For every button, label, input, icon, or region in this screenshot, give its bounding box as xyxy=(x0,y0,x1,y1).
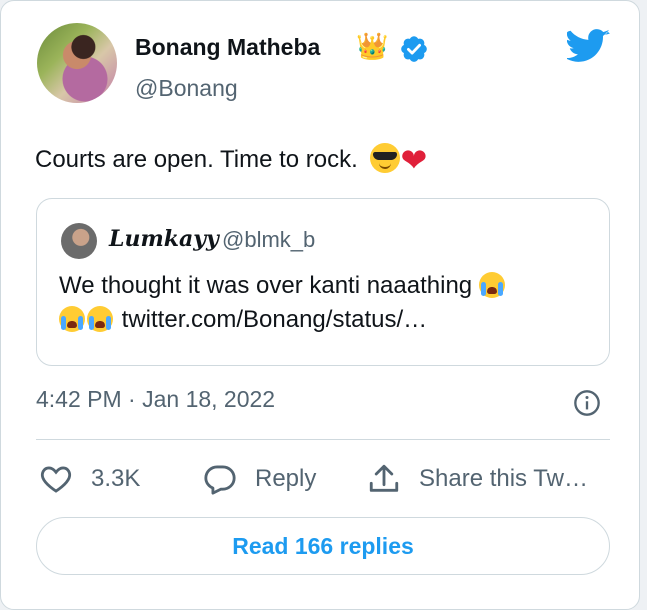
likes-count: 3.3K xyxy=(91,465,141,492)
read-replies-button[interactable]: Read 166 replies xyxy=(36,517,610,575)
crown-emoji: 👑 xyxy=(356,31,389,61)
reply-bubble-icon xyxy=(204,465,236,495)
crying-emoji xyxy=(59,306,85,332)
divider xyxy=(36,439,610,440)
reply-label: Reply xyxy=(255,465,317,492)
tweet-card: Bonang Matheba 👑 @Bonang Courts are open… xyxy=(0,0,640,610)
share-label: Share this Tw… xyxy=(419,465,588,492)
author-handle[interactable]: @Bonang xyxy=(135,75,238,102)
like-button[interactable]: 3.3K xyxy=(39,459,140,499)
quoted-tweet[interactable]: Lumkayy @blmk_b We thought it was over k… xyxy=(36,198,610,366)
crying-emoji xyxy=(478,272,505,298)
author-name[interactable]: Bonang Matheba xyxy=(135,34,320,61)
sunglasses-emoji xyxy=(370,143,401,173)
tweet-text: Courts are open. Time to rock. ❤ xyxy=(35,141,427,179)
twitter-bird-icon[interactable] xyxy=(567,29,611,65)
tweet-timestamp[interactable]: 4:42 PM · Jan 18, 2022 xyxy=(36,386,275,413)
quoted-author-name: Lumkayy xyxy=(109,226,219,252)
author-avatar[interactable] xyxy=(37,23,117,103)
share-icon xyxy=(369,464,399,492)
red-heart-emoji: ❤ xyxy=(400,142,428,178)
info-icon[interactable] xyxy=(573,389,601,417)
verified-badge-icon xyxy=(401,36,427,62)
reply-button[interactable]: Reply xyxy=(203,459,316,499)
tweet-text-content: Courts are open. Time to rock. xyxy=(35,146,358,173)
crying-emoji xyxy=(87,306,113,332)
quoted-text-content: We thought it was over kanti naaathing xyxy=(59,272,473,299)
quoted-text: We thought it was over kanti naaathing t… xyxy=(59,269,599,337)
heart-icon xyxy=(40,466,72,493)
quoted-avatar xyxy=(61,223,97,259)
share-button[interactable]: Share this Tw… xyxy=(367,459,588,499)
quoted-link[interactable]: twitter.com/Bonang/status/… xyxy=(122,306,427,333)
quoted-author-handle: @blmk_b xyxy=(222,227,316,252)
